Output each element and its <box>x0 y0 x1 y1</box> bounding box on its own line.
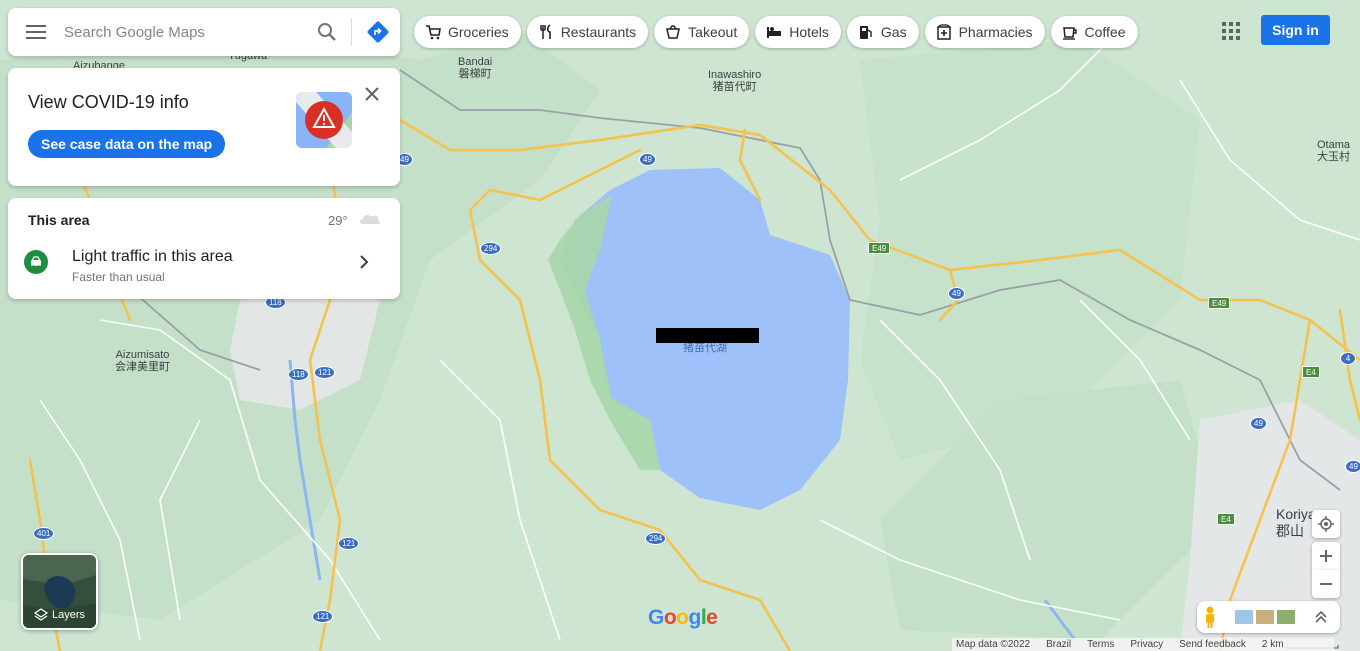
google-logo: Google <box>648 606 718 629</box>
google-apps-button[interactable] <box>1216 16 1246 46</box>
coffee-cup-icon <box>1061 23 1079 41</box>
takeout-bag-icon <box>664 23 682 41</box>
road-shield: E4 <box>1217 513 1235 525</box>
road-shield: E49 <box>1208 297 1231 309</box>
category-chips: Groceries Restaurants Takeout Hotels Gas… <box>414 16 1138 48</box>
road-shield: E4 <box>1302 366 1320 378</box>
plus-icon <box>1320 550 1332 562</box>
road-shield: 49 <box>1250 417 1267 430</box>
layers-button[interactable]: Layers <box>21 553 98 630</box>
area-temperature: 29° <box>328 213 348 228</box>
traffic-row[interactable]: Light traffic in this area Faster than u… <box>8 240 400 290</box>
map-label-aizumisato-en: Aizumisato <box>115 349 170 361</box>
chip-groceries[interactable]: Groceries <box>414 16 521 48</box>
menu-button[interactable] <box>8 8 64 56</box>
map-data-attribution: Map data ©2022 <box>956 639 1031 650</box>
my-location-button[interactable] <box>1312 510 1340 538</box>
map-label-bandai-jp: 磐梯町 <box>458 68 492 80</box>
chip-label: Restaurants <box>560 24 637 40</box>
road-shield: 49 <box>639 153 656 166</box>
map-label-lake: 猪苗代湖 <box>683 342 727 354</box>
chip-gas[interactable]: Gas <box>846 16 919 48</box>
imagery-thumb-3[interactable] <box>1277 610 1295 624</box>
search-button[interactable] <box>307 8 347 56</box>
gas-pump-icon <box>857 23 875 41</box>
bed-icon <box>765 23 783 41</box>
map-label-bandai-en: Bandai <box>458 56 493 68</box>
imagery-panel <box>1197 601 1340 633</box>
covid-info-card: View COVID-19 info See case data on the … <box>8 68 400 186</box>
zoom-out-button[interactable] <box>1312 570 1340 598</box>
hamburger-icon <box>26 25 46 39</box>
chip-takeout[interactable]: Takeout <box>654 16 750 48</box>
area-title: This area <box>28 212 90 228</box>
map-label-inawashiro-jp: 猪苗代町 <box>712 81 757 93</box>
chip-coffee[interactable]: Coffee <box>1050 16 1138 48</box>
imagery-thumb-2[interactable] <box>1256 610 1274 624</box>
scale-label[interactable]: 2 km <box>1262 639 1330 650</box>
chip-label: Groceries <box>448 24 509 40</box>
search-input[interactable] <box>64 8 307 56</box>
map-footer: Map data ©2022 Brazil Terms Privacy Send… <box>952 638 1334 651</box>
send-feedback-link[interactable]: Send feedback <box>1179 639 1246 650</box>
road-shield: E49 <box>868 242 891 254</box>
fork-knife-icon <box>537 23 555 41</box>
region-link[interactable]: Brazil <box>1046 639 1071 650</box>
covid-title: View COVID-19 info <box>28 92 189 112</box>
road-shield: 49 <box>948 287 965 300</box>
map-label-bandai: Bandai 磐梯町 <box>458 56 492 80</box>
directions-button[interactable] <box>356 8 400 56</box>
minus-icon <box>1320 583 1332 585</box>
pegman-icon[interactable] <box>1203 606 1217 628</box>
close-button[interactable] <box>360 82 384 106</box>
chip-label: Hotels <box>789 24 829 40</box>
covid-case-data-button[interactable]: See case data on the map <box>28 130 226 158</box>
covid-alert-map-image <box>296 92 352 148</box>
search-divider <box>351 18 352 46</box>
zoom-in-button[interactable] <box>1312 542 1340 570</box>
map-label-koriyama-jp: 郡山 <box>1276 523 1304 539</box>
close-icon <box>365 87 379 101</box>
pharmacy-icon <box>935 23 953 41</box>
imagery-thumb-1[interactable] <box>1235 610 1253 624</box>
map-label-inawashiro-en: Inawashiro <box>708 69 762 81</box>
chip-label: Coffee <box>1084 24 1126 40</box>
chip-pharmacies[interactable]: Pharmacies <box>924 16 1045 48</box>
traffic-subtitle: Faster than usual <box>72 270 165 284</box>
expand-up-icon[interactable] <box>1315 610 1327 624</box>
traffic-title: Light traffic in this area <box>72 248 233 265</box>
map-label-aizumisato-jp: 会津美里町 <box>115 361 170 373</box>
map-label-otama-en: Otama <box>1317 139 1351 151</box>
privacy-link[interactable]: Privacy <box>1130 639 1163 650</box>
chip-label: Takeout <box>688 24 738 40</box>
chip-restaurants[interactable]: Restaurants <box>526 16 649 48</box>
cloud-icon <box>360 214 381 224</box>
sign-in-button[interactable]: Sign in <box>1261 15 1330 45</box>
road-shield: 4 <box>1340 352 1356 365</box>
apps-grid-icon <box>1222 22 1240 40</box>
map-label-aizumisato: Aizumisato 会津美里町 <box>115 349 170 373</box>
terms-link[interactable]: Terms <box>1087 639 1114 650</box>
chevron-right-icon <box>360 255 369 269</box>
map-label-otama: Otama 大玉村 <box>1317 139 1350 163</box>
map-label-otama-jp: 大玉村 <box>1317 151 1350 163</box>
search-icon <box>318 23 336 41</box>
chip-hotels[interactable]: Hotels <box>755 16 841 48</box>
layers-icon <box>33 608 48 621</box>
map-label-inawashiro: Inawashiro 猪苗代町 <box>708 69 761 93</box>
directions-icon <box>367 21 389 43</box>
layers-label: Layers <box>51 609 86 621</box>
road-shield: 118 <box>288 368 309 381</box>
traffic-car-icon <box>24 250 48 274</box>
redacted-lake-name <box>656 328 759 343</box>
layers-label-row: Layers <box>23 608 96 622</box>
this-area-card: This area 29° Light traffic in this area… <box>8 198 400 299</box>
chip-label: Pharmacies <box>958 24 1033 40</box>
my-location-icon <box>1318 516 1334 532</box>
cart-icon <box>424 23 442 41</box>
search-box <box>8 8 400 56</box>
road-shield: 49 <box>1345 460 1360 473</box>
chip-label: Gas <box>880 24 907 40</box>
